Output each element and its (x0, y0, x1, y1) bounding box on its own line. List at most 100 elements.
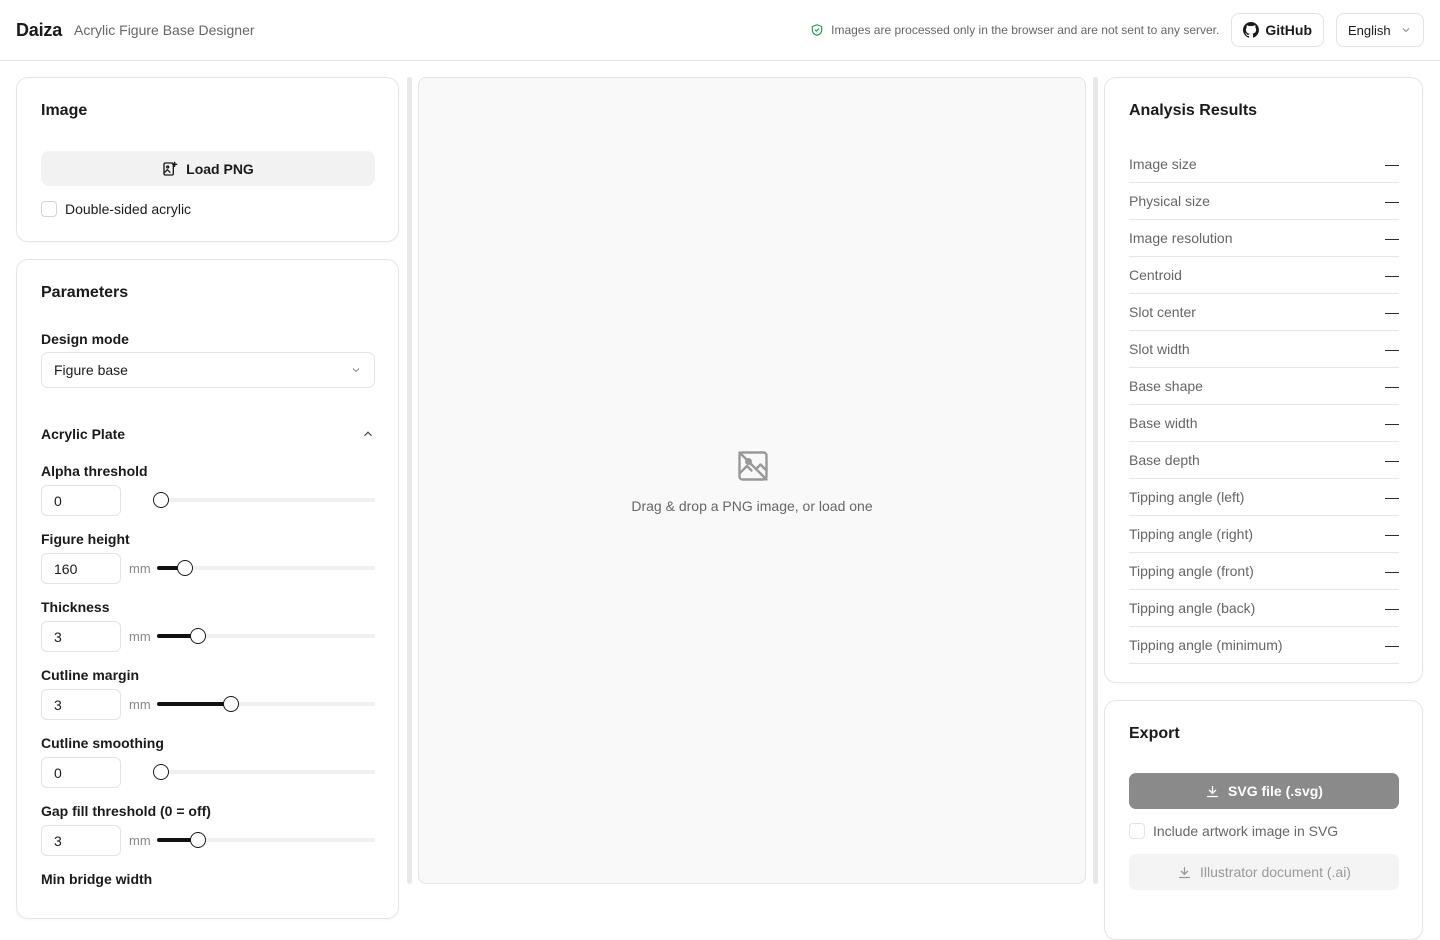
analysis-row-label: Base shape (1129, 378, 1203, 394)
chevron-down-icon (352, 368, 360, 373)
cutline-smoothing-input[interactable]: 0 (41, 757, 121, 788)
export-svg-label: SVG file (.svg) (1228, 783, 1323, 799)
figure-height-label: Figure height (41, 531, 130, 547)
analysis-row: Centroid — (1129, 257, 1399, 294)
include-artwork-checkbox[interactable] (1129, 823, 1145, 839)
parameters-title: Parameters (41, 284, 129, 301)
analysis-row-label: Image resolution (1129, 230, 1233, 246)
double-sided-checkbox[interactable] (41, 201, 57, 217)
export-title: Export (1129, 725, 1180, 742)
analysis-row: Slot center — (1129, 294, 1399, 331)
include-artwork-label: Include artwork image in SVG (1153, 823, 1339, 839)
alpha-threshold-label: Alpha threshold (41, 463, 148, 479)
cutline-smoothing-label: Cutline smoothing (41, 735, 164, 751)
load-png-button[interactable]: Load PNG (41, 151, 375, 186)
github-icon (1243, 22, 1260, 38)
cutline-smoothing-track[interactable] (157, 770, 375, 774)
thickness-input[interactable]: 3 (41, 621, 121, 652)
parameters-panel: Parameters Design mode Figure base Acryl… (16, 259, 399, 919)
shield-check-icon (811, 24, 823, 36)
right-panel-scrollbar[interactable] (1093, 77, 1098, 884)
download-icon (1206, 785, 1219, 797)
privacy-notice: Images are processed only in the browser… (810, 23, 1219, 37)
image-off-icon (738, 451, 768, 481)
gap-fill-label: Gap fill threshold (0 = off) (41, 803, 211, 819)
figure-height-input[interactable]: 160 (41, 553, 121, 584)
analysis-row-label: Base width (1129, 415, 1198, 431)
acrylic-plate-section-toggle[interactable]: Acrylic Plate (41, 426, 375, 442)
header-actions: Images are processed only in the browser… (810, 13, 1424, 47)
alpha-threshold-input[interactable]: 0 (41, 485, 121, 516)
gap-fill-fill (157, 838, 195, 842)
analysis-row-value: — (1385, 637, 1399, 653)
analysis-row-label: Slot center (1129, 304, 1196, 320)
chevron-up-icon (364, 431, 372, 437)
app-header: Daiza Acrylic Figure Base Designer Image… (0, 0, 1440, 61)
app-subtitle: Acrylic Figure Base Designer (74, 22, 255, 38)
export-ai-button[interactable]: Illustrator document (.ai) (1129, 854, 1399, 890)
analysis-row-value: — (1385, 415, 1399, 431)
analysis-row-value: — (1385, 341, 1399, 357)
gap-fill-thumb[interactable] (190, 832, 207, 848)
analysis-row-value: — (1385, 304, 1399, 320)
gap-fill-input[interactable]: 3 (41, 825, 121, 856)
analysis-row-label: Base depth (1129, 452, 1200, 468)
thickness-thumb[interactable] (190, 628, 207, 644)
figure-height-unit: mm (129, 561, 151, 576)
load-png-label: Load PNG (186, 160, 254, 177)
export-ai-label: Illustrator document (.ai) (1200, 864, 1351, 880)
dropzone-hint: Drag & drop a PNG image, or load one (631, 498, 873, 514)
analysis-row-label: Tipping angle (front) (1129, 563, 1254, 579)
analysis-row-label: Tipping angle (minimum) (1129, 637, 1283, 653)
double-sided-option[interactable]: Double-sided acrylic (41, 201, 191, 217)
github-label: GitHub (1265, 22, 1312, 38)
cutline-smoothing-thumb[interactable] (153, 764, 169, 780)
download-icon (1178, 866, 1191, 878)
analysis-row: Tipping angle (back) — (1129, 590, 1399, 627)
double-sided-label: Double-sided acrylic (65, 201, 192, 217)
analysis-row-value: — (1385, 267, 1399, 283)
chevron-down-icon (1402, 28, 1410, 33)
language-select[interactable]: English (1336, 13, 1424, 47)
brand-name: Daiza (16, 19, 63, 40)
analysis-row: Tipping angle (minimum) — (1129, 627, 1399, 664)
cutline-margin-input[interactable]: 3 (41, 689, 121, 720)
analysis-row: Image resolution — (1129, 220, 1399, 257)
analysis-row-label: Tipping angle (back) (1129, 600, 1256, 616)
analysis-row: Tipping angle (front) — (1129, 553, 1399, 590)
analysis-row: Base width — (1129, 405, 1399, 442)
analysis-row: Base shape — (1129, 368, 1399, 405)
image-panel: Image Load PNG Double-sided acrylic (16, 77, 399, 242)
thickness-label: Thickness (41, 599, 110, 615)
analysis-row: Tipping angle (left) — (1129, 479, 1399, 516)
preview-dropzone[interactable]: Drag & drop a PNG image, or load one (418, 77, 1086, 884)
cutline-margin-label: Cutline margin (41, 667, 140, 683)
analysis-row: Physical size — (1129, 183, 1399, 220)
analysis-row-label: Centroid (1129, 267, 1182, 283)
analysis-row: Base depth — (1129, 442, 1399, 479)
design-mode-label: Design mode (41, 331, 129, 347)
thickness-fill (157, 634, 195, 638)
alpha-threshold-thumb[interactable] (153, 492, 169, 508)
image-panel-title: Image (41, 102, 88, 119)
include-artwork-option[interactable]: Include artwork image in SVG (1129, 823, 1338, 839)
figure-height-thumb[interactable] (176, 560, 193, 576)
min-bridge-width-label: Min bridge width (41, 871, 153, 887)
analysis-row-label: Image size (1129, 156, 1197, 172)
design-mode-select[interactable]: Figure base (41, 352, 375, 388)
alpha-threshold-track[interactable] (157, 498, 375, 502)
export-svg-button[interactable]: SVG file (.svg) (1129, 773, 1399, 809)
left-panel-scrollbar[interactable] (407, 77, 412, 884)
design-mode-value: Figure base (54, 362, 128, 378)
privacy-text: Images are processed only in the browser… (831, 23, 1220, 37)
analysis-row-value: — (1385, 230, 1399, 246)
language-value: English (1348, 22, 1391, 38)
github-button[interactable]: GitHub (1231, 13, 1324, 47)
analysis-row-value: — (1385, 378, 1399, 394)
analysis-row-value: — (1385, 193, 1399, 209)
cutline-margin-thumb[interactable] (222, 696, 239, 712)
analysis-row-value: — (1385, 600, 1399, 616)
analysis-row: Image size — (1129, 146, 1399, 183)
analysis-title: Analysis Results (1129, 102, 1258, 119)
analysis-row-label: Physical size (1129, 193, 1210, 209)
